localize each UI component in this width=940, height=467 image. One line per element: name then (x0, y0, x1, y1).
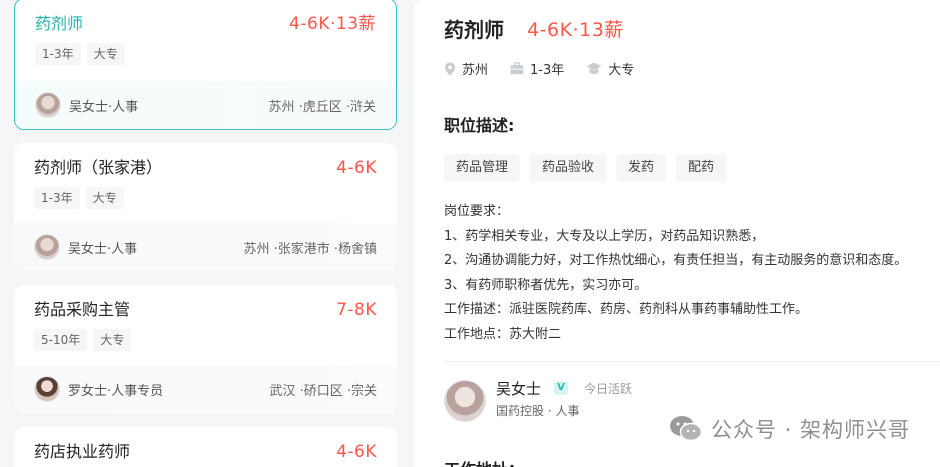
job-card-title: 药店执业药师 (34, 442, 131, 461)
description-line: 3、有药师职称者优先，实习亦可。 (444, 277, 648, 293)
job-card-title: 药剂师（张家港） (34, 158, 163, 177)
job-card-title: 药品采购主管 (34, 300, 131, 319)
avatar (34, 376, 60, 402)
job-card-tags: 5-10年 大专 (34, 329, 377, 351)
watermark-text: 公众号 · 架构师兴哥 (710, 418, 910, 442)
skill-tag: 发药 (616, 154, 667, 182)
skill-tag: 药品验收 (530, 154, 607, 182)
recruiter-label: 罗女士·人事专员 (68, 383, 164, 399)
description-line: 1、药学相关专业，大专及以上学历，对药品知识熟悉， (444, 228, 765, 244)
job-location: 武汉 ·硚口区 ·宗关 (269, 383, 377, 399)
divider (444, 361, 940, 362)
work-address-title: 工作地址： (444, 456, 524, 467)
job-location: 苏州 ·虎丘区 ·浒关 (268, 99, 376, 115)
job-card-tags: 1-3年 大专 (34, 187, 377, 209)
job-detail-panel: 药剂师 4-6K·13薪 苏州 1-3年 大专 职位描述: 药品管理 药品验收 发药… (414, 0, 940, 467)
skill-tag: 药品管理 (444, 154, 521, 182)
meta-education: 大专 (608, 63, 635, 78)
detail-job-title: 药剂师 (444, 18, 504, 42)
job-list: 药剂师 4-6K·13薪 1-3年 大专 吴女士·人事 苏州 ·虎丘区 ·浒关 药… (0, 0, 412, 467)
avatar (34, 234, 60, 260)
skill-tags: 药品管理 药品验收 发药 配药 (444, 154, 910, 182)
boss-active-status: 今日活跃 (584, 382, 633, 396)
job-card[interactable]: 药店执业药师 4-6K (14, 427, 397, 467)
recruiter-label: 吴女士·人事 (68, 241, 138, 257)
job-card-salary: 4-6K (336, 442, 377, 462)
job-card-tags: 1-3年 大专 (35, 43, 376, 65)
job-description: 岗位要求： 1、药学相关专业，大专及以上学历，对药品知识熟悉， 2、沟通协调能力… (444, 200, 910, 347)
boss-company: 国药控股 · 人事 (496, 404, 580, 418)
recruiter-label: 吴女士·人事 (69, 99, 139, 115)
location-icon (445, 62, 455, 75)
briefcase-icon (510, 62, 524, 75)
tag-education: 大专 (93, 329, 132, 351)
description-line: 工作地点：苏大附二 (444, 326, 562, 342)
tag-education: 大专 (85, 187, 124, 209)
tag-experience: 1-3年 (34, 187, 80, 209)
job-card[interactable]: 药品采购主管 7-8K 5-10年 大专 罗女士·人事专员 武汉 ·硚口区 ·宗关 (14, 285, 397, 413)
description-line: 2、沟通协调能力好，对工作热忱细心，有责任担当，有主动服务的意识和态度。 (444, 253, 908, 268)
job-card[interactable]: 药剂师（张家港） 4-6K 1-3年 大专 吴女士·人事 苏州 ·张家港市 ·杨舍… (14, 143, 397, 271)
detail-job-salary: 4-6K·13薪 (527, 19, 624, 41)
watermark: 公众号 · 架构师兴哥 (669, 414, 910, 444)
skill-tag: 配药 (676, 154, 727, 182)
job-card-salary: 7-8K (336, 300, 377, 320)
verified-icon: V (554, 381, 568, 395)
job-card-salary: 4-6K (336, 158, 377, 178)
meta-experience: 1-3年 (530, 63, 565, 78)
job-meta: 苏州 1-3年 大专 (444, 59, 910, 78)
avatar (444, 380, 486, 422)
job-description-title: 职位描述: (444, 116, 515, 135)
boss-name: 吴女士 (496, 380, 542, 398)
meta-city: 苏州 (462, 63, 489, 78)
description-line: 岗位要求： (444, 204, 510, 219)
tag-education: 大专 (86, 43, 125, 65)
job-card[interactable]: 药剂师 4-6K·13薪 1-3年 大专 吴女士·人事 苏州 ·虎丘区 ·浒关 (14, 0, 397, 130)
avatar (35, 92, 61, 118)
wechat-icon (669, 416, 703, 442)
tag-experience: 1-3年 (35, 43, 81, 65)
tag-experience: 5-10年 (34, 329, 88, 351)
graduation-cap-icon (586, 62, 602, 74)
description-line: 工作描述：派驻医院药库、药房、药剂科从事药事辅助性工作。 (444, 302, 809, 317)
job-card-salary: 4-6K·13薪 (289, 14, 376, 34)
job-location: 苏州 ·张家港市 ·杨舍镇 (243, 241, 377, 257)
